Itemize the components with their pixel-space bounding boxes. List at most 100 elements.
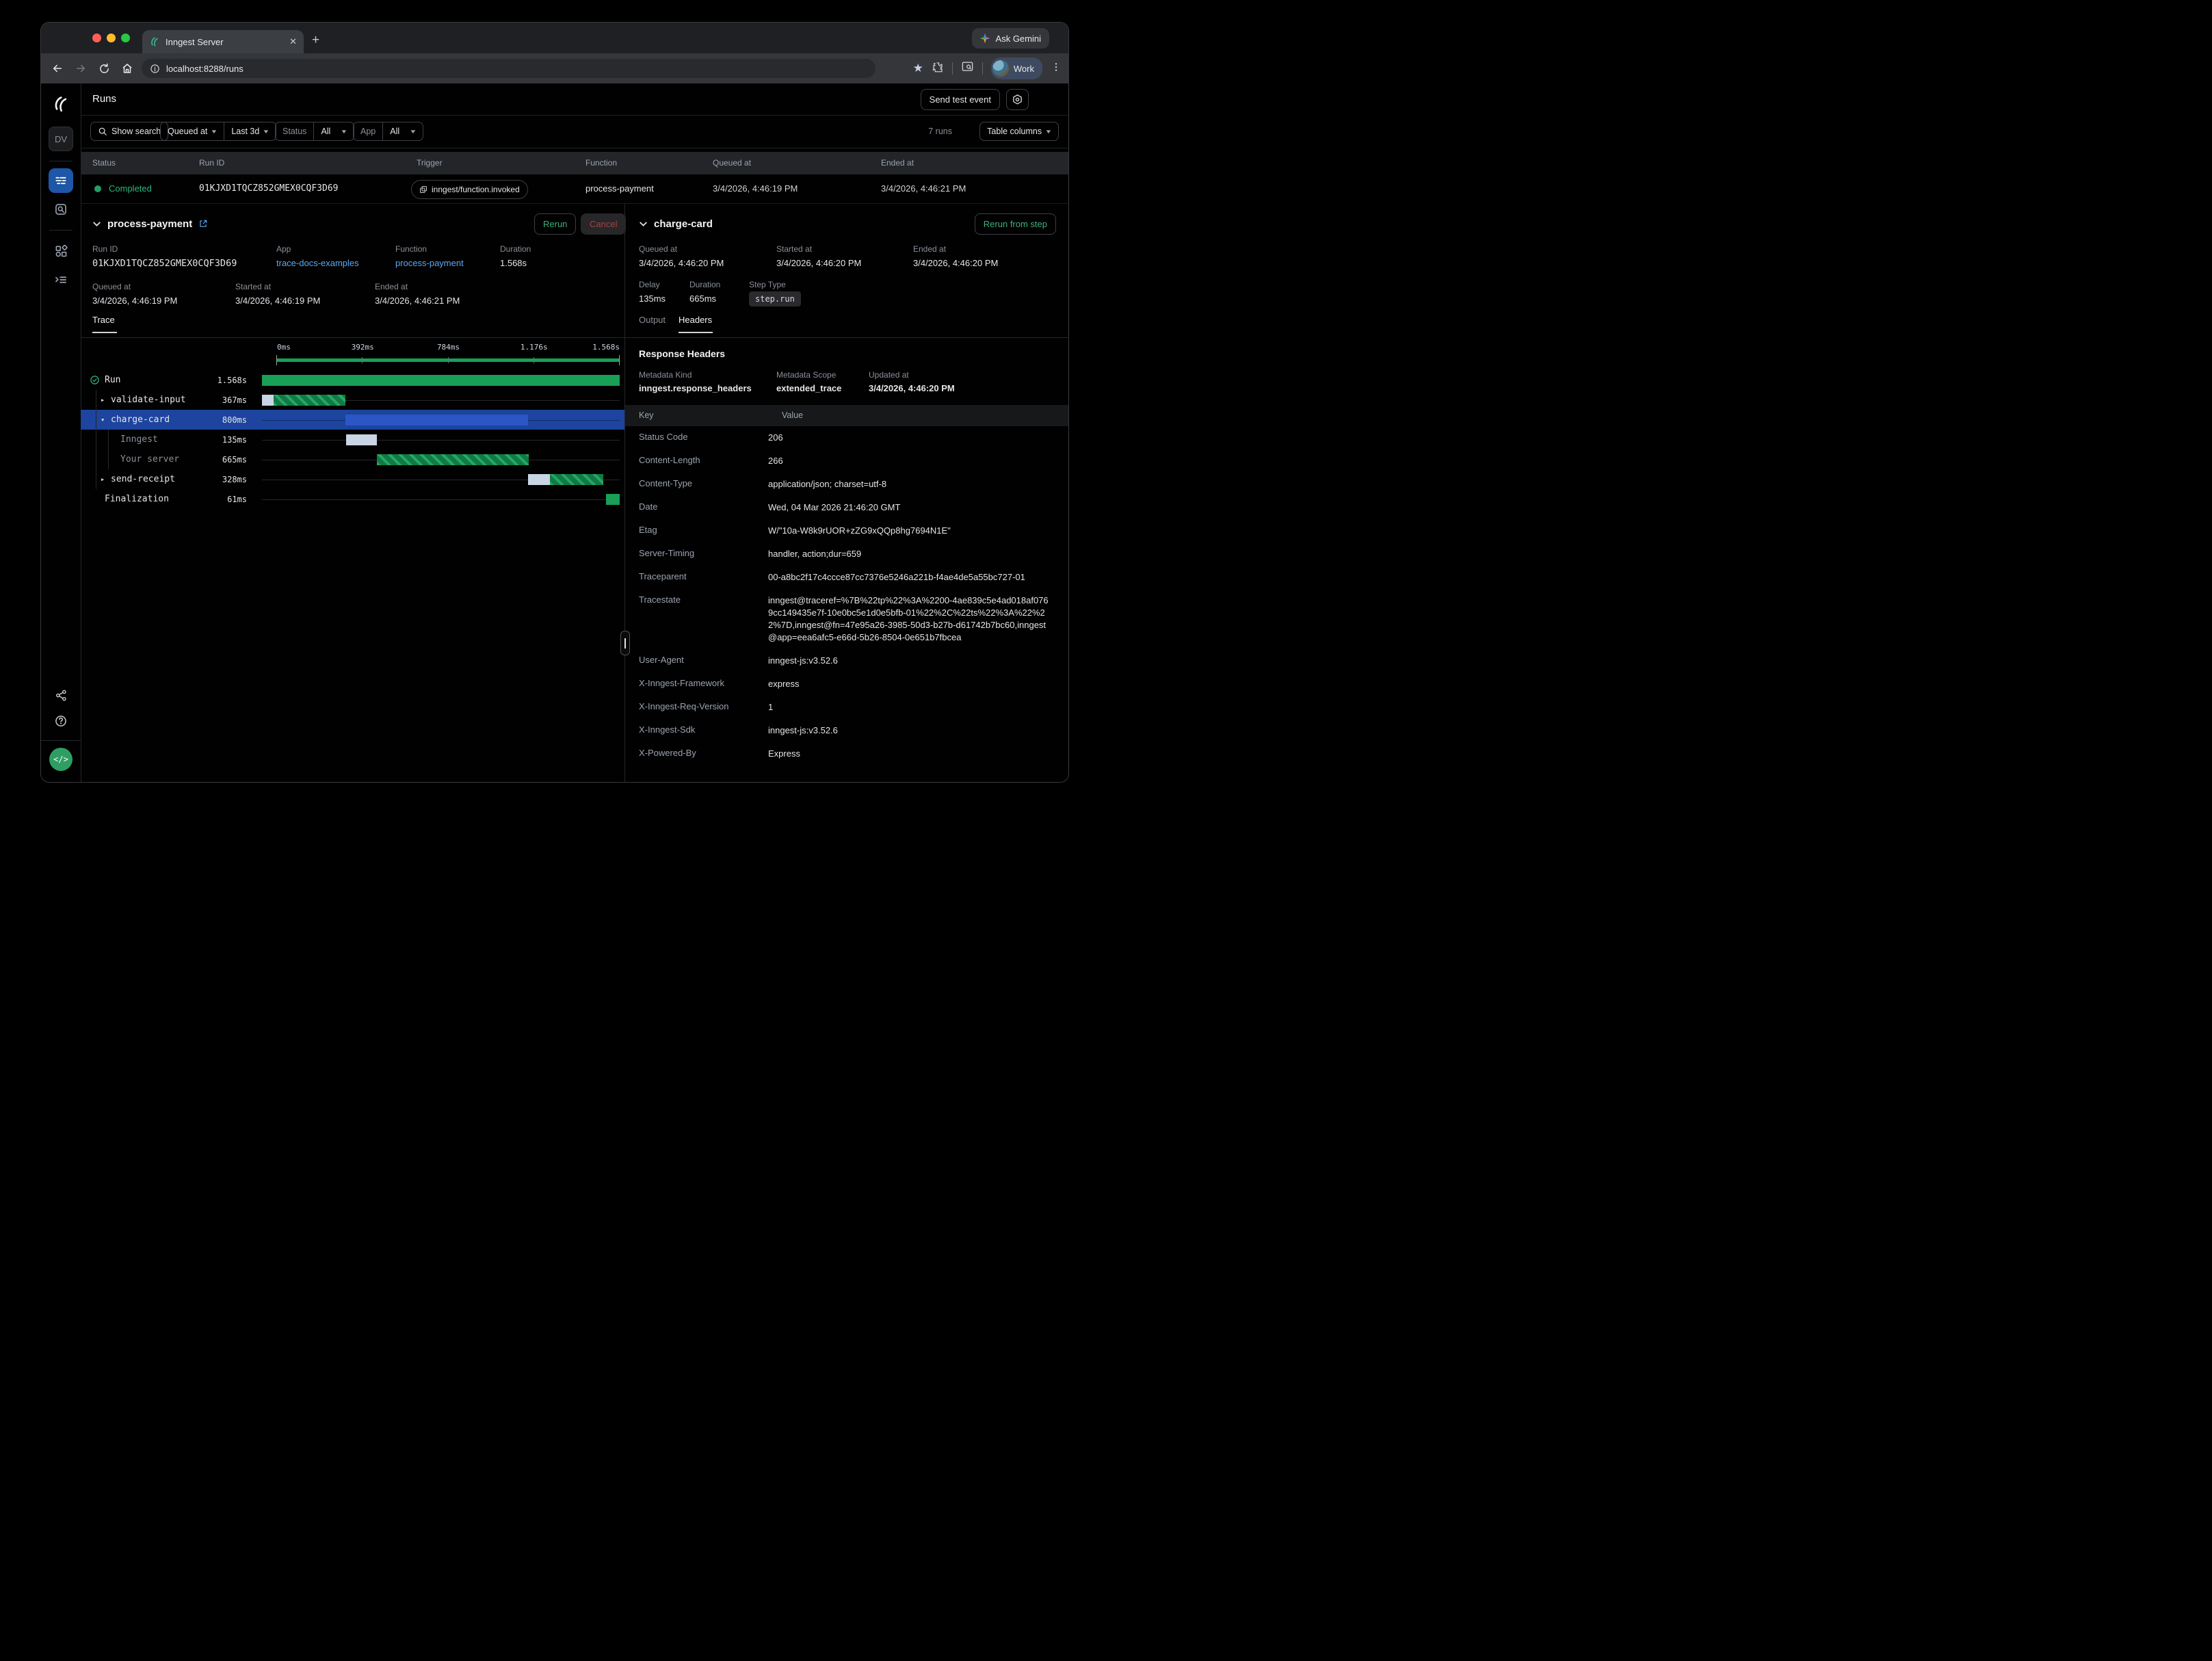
environment-badge[interactable]: DV [49, 127, 73, 151]
sidebar-item-apps[interactable] [49, 239, 73, 263]
send-test-event-button[interactable]: Send test event [921, 89, 1000, 110]
sidebar-item-events[interactable] [49, 267, 73, 292]
share-button[interactable] [49, 683, 73, 707]
cancel-label: Cancel [590, 219, 617, 229]
trace-row-finalization[interactable]: Finalization61ms [81, 489, 624, 509]
header-key: Status Code [625, 432, 768, 442]
close-window-button[interactable] [92, 34, 101, 42]
value-column-label: Value [782, 410, 803, 420]
sidebar-item-runs[interactable] [49, 168, 73, 193]
tab-output[interactable]: Output [639, 315, 666, 325]
event-icon [419, 185, 427, 194]
new-tab-button[interactable]: + [312, 34, 319, 47]
trace-row-duration: 367ms [197, 395, 262, 405]
maximize-window-button[interactable] [121, 34, 130, 42]
browser-menu-icon[interactable] [1051, 62, 1062, 76]
tab-headers[interactable]: Headers [679, 315, 712, 325]
axis-tick-label: 392ms [352, 343, 374, 352]
apps-icon [54, 244, 68, 258]
trace-row-run[interactable]: Run1.568s [81, 370, 624, 390]
ask-gemini-button[interactable]: Ask Gemini [972, 28, 1049, 49]
profile-label: Work [1014, 64, 1034, 74]
chevron-down-icon[interactable] [639, 220, 648, 228]
collapse-arrow-icon[interactable]: ▼ [101, 417, 111, 423]
settings-button[interactable] [1006, 89, 1029, 110]
header-value: express [768, 678, 1068, 690]
panel-resize-handle[interactable] [620, 631, 630, 655]
app-filter[interactable]: App All▼ [353, 122, 423, 141]
minimize-window-button[interactable] [107, 34, 116, 42]
header-key: Content-Type [625, 478, 768, 488]
trigger-label: inngest/function.invoked [432, 185, 520, 194]
cancel-button[interactable]: Cancel [581, 213, 626, 235]
run-id-value: 01KJXD1TQCZ852GMEX0CQF3D69 [199, 183, 339, 194]
header-key: Etag [625, 525, 768, 535]
trace-bar-segment [550, 474, 603, 485]
rerun-button[interactable]: Rerun [534, 213, 576, 235]
column-run-id: Run ID [199, 158, 224, 168]
trace-row-charge-card[interactable]: ▼charge-card800ms [81, 410, 624, 430]
browser-tab[interactable]: Inngest Server ✕ [142, 30, 304, 53]
event-logs-icon [54, 273, 68, 287]
show-search-button[interactable]: Show search [90, 122, 168, 141]
app-field-value[interactable]: trace-docs-examples [276, 258, 359, 268]
rerun-from-step-button[interactable]: Rerun from step [975, 213, 1056, 235]
axis-tick-label: 1.568s [592, 343, 620, 352]
sidebar-rail: DV </> [41, 83, 81, 782]
trace-row-inngest[interactable]: Inngest135ms [81, 430, 624, 449]
forward-button[interactable] [74, 62, 88, 75]
trace-row-duration: 61ms [197, 495, 262, 504]
bookmark-star-icon[interactable]: ★ [913, 62, 923, 75]
rerun-from-step-label: Rerun from step [984, 219, 1047, 229]
profile-chip[interactable]: Work [991, 57, 1042, 79]
header-row-x-powered-by: X-Powered-ByExpress [625, 742, 1068, 766]
step-started-at-value: 3/4/2026, 4:46:20 PM [776, 258, 861, 268]
time-field-dropdown[interactable]: Queued at▼ [161, 122, 224, 140]
home-button[interactable] [120, 62, 134, 75]
url-bar[interactable]: localhost:8288/runs [142, 59, 875, 78]
duration-field-label: Duration [500, 244, 531, 254]
table-columns-dropdown[interactable]: Table columns▼ [979, 122, 1059, 141]
dev-server-button[interactable]: </> [49, 748, 73, 771]
headers-scroll-area[interactable]: Response Headers Metadata Kind inngest.r… [625, 337, 1068, 782]
function-field-value[interactable]: process-payment [395, 258, 464, 268]
tab-trace[interactable]: Trace [92, 315, 115, 325]
extensions-icon[interactable] [932, 61, 944, 77]
status-filter-value[interactable]: All▼ [314, 122, 354, 140]
back-button[interactable] [51, 62, 64, 75]
help-button[interactable] [49, 709, 73, 733]
sidebar-item-search[interactable] [49, 197, 73, 222]
trace-row-validate-input[interactable]: ▶validate-input367ms [81, 390, 624, 410]
time-range-dropdown[interactable]: Last 3d▼ [224, 122, 276, 140]
minimap-bar [277, 358, 620, 362]
expand-arrow-icon[interactable]: ▶ [101, 477, 111, 482]
trace-row-send-receipt[interactable]: ▶send-receipt328ms [81, 469, 624, 489]
step-delay-label: Delay [639, 280, 660, 289]
trace-row-duration: 328ms [197, 475, 262, 484]
site-info-icon[interactable] [150, 64, 160, 74]
table-row[interactable]: Completed 01KJXD1TQCZ852GMEX0CQF3D69 inn… [81, 174, 1068, 204]
started-at-field-value: 3/4/2026, 4:46:19 PM [235, 296, 320, 306]
reload-button[interactable] [97, 63, 111, 75]
status-filter-label: Status [282, 127, 306, 136]
help-icon [54, 714, 68, 728]
headers-table-head: Key Value [625, 405, 1068, 426]
chevron-down-icon[interactable] [92, 220, 101, 228]
external-link-icon[interactable] [198, 219, 208, 228]
trigger-badge[interactable]: inngest/function.invoked [411, 180, 528, 199]
side-panel-icon[interactable] [961, 60, 974, 77]
trace-minimap[interactable] [277, 355, 620, 366]
minimap-tick [276, 355, 277, 365]
app-filter-value[interactable]: All▼ [383, 122, 423, 140]
tab-close-icon[interactable]: ✕ [289, 36, 297, 47]
trace-row-your-server[interactable]: Your server665ms [81, 449, 624, 469]
status-dot [94, 185, 101, 192]
expand-arrow-icon[interactable]: ▶ [101, 397, 111, 403]
step-queued-at-label: Queued at [639, 244, 677, 254]
time-field-label: Queued at [168, 127, 207, 136]
header-row-date: DateWed, 04 Mar 2026 21:46:20 GMT [625, 496, 1068, 519]
trace-row-track [262, 430, 620, 449]
status-filter[interactable]: Status All▼ [275, 122, 354, 141]
trace-bar-segment [262, 395, 274, 406]
header-value: 00-a8bc2f17c4ccce87cc7376e5246a221b-f4ae… [768, 571, 1068, 584]
